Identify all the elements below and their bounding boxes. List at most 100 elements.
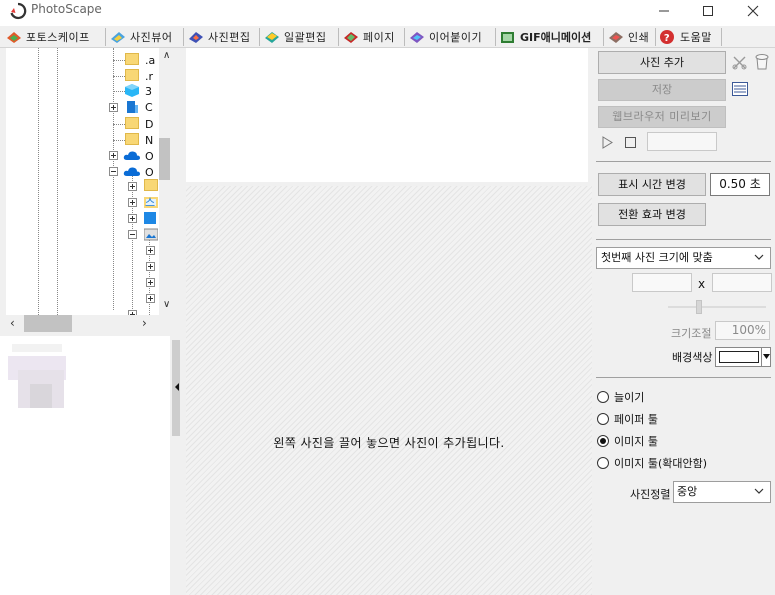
tree-vertical-scrollbar[interactable]: ∧ ∨ (159, 48, 170, 315)
background-color-label: 배경색상 (672, 351, 713, 364)
radio-label: 늘이기 (614, 391, 645, 404)
tree-node-label[interactable]: N (145, 134, 153, 147)
folder-icon (125, 117, 139, 129)
height-input[interactable] (712, 273, 772, 292)
gif-animation-icon (499, 29, 517, 45)
batch-editor-icon (263, 29, 281, 45)
tree-expand-button[interactable] (109, 151, 118, 160)
tree-node-label[interactable]: O (145, 150, 154, 163)
tab-divider (603, 28, 604, 46)
change-display-time-button[interactable]: 표시 시간 변경 (598, 173, 706, 196)
tab-photoscape[interactable]: 포토스케이프 (5, 26, 90, 48)
tree-line (132, 176, 133, 315)
tab-editor[interactable]: 사진편집 (187, 26, 250, 48)
scroll-right-icon[interactable]: › (142, 316, 147, 330)
tree-node-label[interactable]: D (145, 118, 153, 131)
radio-image-tool-no-zoom[interactable] (597, 457, 609, 469)
tree-expand-button[interactable] (128, 198, 137, 207)
play-icon[interactable] (601, 136, 613, 149)
tree-node-label[interactable]: 3 (145, 85, 152, 98)
scroll-down-icon[interactable]: ∨ (163, 299, 170, 310)
scroll-thumb[interactable] (159, 138, 170, 180)
tree-expand-button[interactable] (146, 278, 155, 287)
trash-icon[interactable] (754, 53, 770, 71)
frame-drop-area[interactable]: 왼쪽 사진을 끌어 놓으면 사진이 추가됩니다. (186, 186, 592, 595)
folder-icon (125, 69, 139, 81)
maximize-button[interactable] (688, 0, 728, 22)
page-icon (342, 29, 360, 45)
collapse-panel-icon[interactable] (172, 376, 182, 398)
svg-text:?: ? (664, 33, 670, 44)
scroll-left-icon[interactable]: ‹ (10, 316, 15, 330)
window-title: PhotoScape (31, 2, 102, 16)
chevron-down-icon (754, 254, 764, 260)
tree-collapse-button[interactable] (128, 230, 137, 239)
tree-collapse-button[interactable] (109, 167, 118, 176)
close-button[interactable] (733, 0, 773, 22)
photo-align-select[interactable]: 중앙 (673, 481, 771, 503)
radio-paper-tool[interactable] (597, 413, 609, 425)
thumbnail[interactable] (12, 344, 62, 352)
3d-objects-icon (125, 84, 139, 97)
radio-label: 페이퍼 툴 (614, 413, 658, 426)
save-button[interactable]: 저장 (598, 79, 726, 101)
chevron-down-icon (754, 488, 764, 494)
thumbnail-panel[interactable] (0, 336, 170, 595)
tree-expand-button[interactable] (146, 294, 155, 303)
tree-node-label[interactable]: 스 (145, 196, 155, 209)
photo-align-label: 사진정렬 (630, 488, 671, 501)
size-slider-thumb[interactable] (696, 300, 702, 314)
size-slider-track[interactable] (668, 306, 766, 308)
tab-divider (183, 28, 184, 46)
folder-icon (144, 179, 158, 191)
radio-image-tool[interactable] (597, 435, 609, 447)
tree-expand-button[interactable] (109, 103, 118, 112)
minimize-button[interactable] (644, 0, 684, 22)
tree-expand-button[interactable] (146, 262, 155, 271)
remove-frames-icon[interactable] (731, 54, 748, 71)
background-color-picker[interactable] (715, 347, 771, 367)
thumbnail-scrollbar[interactable] (170, 336, 182, 595)
tree-node-label[interactable]: C (145, 101, 153, 114)
tab-viewer[interactable]: 사진뷰어 (109, 26, 172, 48)
tab-divider (338, 28, 339, 46)
tab-print[interactable]: 인쇄 (607, 26, 649, 48)
tab-label: 이어붙이기 (429, 31, 483, 44)
tree-horizontal-scrollbar[interactable]: ‹ › (6, 315, 170, 332)
combine-icon (408, 29, 426, 45)
folder-tree[interactable]: .a .r 3 C D N O O 스 ∧ ∨ (6, 48, 170, 315)
tree-node-label[interactable]: .r (145, 70, 153, 83)
tab-divider (105, 28, 106, 46)
thumbnail[interactable] (30, 384, 52, 408)
tree-expand-button[interactable] (128, 214, 137, 223)
folder-icon (125, 133, 139, 145)
title-bar: PhotoScape (0, 0, 775, 26)
tab-gif-animation[interactable]: GIF애니메이션 (499, 26, 591, 48)
stop-icon[interactable] (624, 136, 637, 149)
tab-batch[interactable]: 일괄편집 (263, 26, 326, 48)
tree-node-label[interactable]: O (145, 166, 154, 179)
tab-combine[interactable]: 이어붙이기 (408, 26, 482, 48)
tree-node-label[interactable]: .a (145, 54, 155, 67)
tab-divider (404, 28, 405, 46)
tree-expand-button[interactable] (128, 182, 137, 191)
scroll-thumb[interactable] (24, 315, 72, 332)
width-input[interactable] (632, 273, 692, 292)
resize-percent-input[interactable]: 100% (715, 321, 770, 340)
tab-help[interactable]: ? 도움말 (659, 26, 712, 48)
change-transition-button[interactable]: 전환 효과 변경 (598, 203, 706, 226)
close-icon (747, 5, 759, 17)
web-preview-button[interactable]: 웹브라우저 미리보기 (598, 106, 726, 128)
add-photo-button[interactable]: 사진 추가 (598, 51, 726, 74)
tree-expand-button[interactable] (146, 246, 155, 255)
tab-label: 사진편집 (208, 31, 251, 44)
scroll-up-icon[interactable]: ∧ (163, 50, 170, 61)
tree-line (57, 48, 58, 315)
canvas-size-select[interactable]: 첫번째 사진 크기에 맞춤 (596, 247, 771, 269)
radio-stretch[interactable] (597, 391, 609, 403)
display-time-input[interactable]: 0.50 초 (710, 173, 770, 196)
tab-page[interactable]: 페이지 (342, 26, 395, 48)
resize-label: 크기조절 (671, 327, 712, 340)
frame-list-icon[interactable] (732, 82, 748, 96)
tab-label: 사진뷰어 (130, 31, 173, 44)
